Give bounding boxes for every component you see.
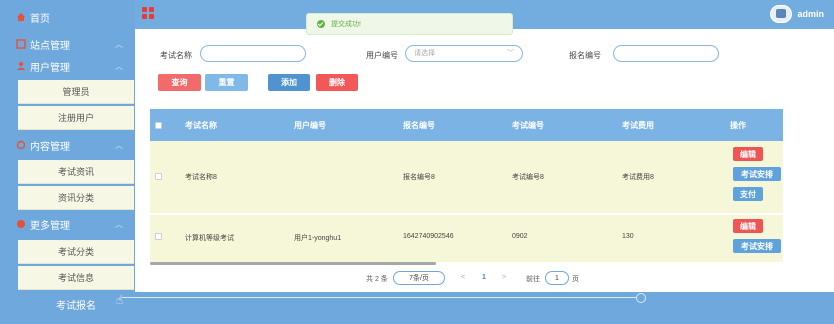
sidebar-item-site[interactable]: 站点管理 ︿ bbox=[0, 32, 135, 56]
sidebar-sub-label: 管理员 bbox=[62, 87, 90, 97]
toast-message: 提交成功! bbox=[331, 21, 361, 28]
chevron-up-icon: ︿ bbox=[115, 62, 123, 71]
cell-exam-name: 考试名称8 bbox=[185, 174, 217, 181]
hand-cursor-icon: ☝ bbox=[116, 293, 124, 307]
user-id-select[interactable]: 请选择 ﹀ bbox=[405, 45, 523, 62]
sidebar-item-label: 用户管理 bbox=[30, 62, 70, 74]
cell-exam-id: 0902 bbox=[512, 233, 528, 240]
table-header: 考试名称 用户编号 报名编号 考试编号 考试费用 操作 bbox=[150, 109, 783, 141]
exam-schedule-button[interactable]: 考试安排 bbox=[733, 239, 781, 253]
cell-signup-id: 报名编号8 bbox=[403, 174, 435, 181]
avatar bbox=[770, 5, 793, 23]
pagination-total: 共 2 条 bbox=[366, 276, 388, 283]
progress-track bbox=[122, 297, 640, 298]
check-circle-icon bbox=[317, 20, 325, 28]
chevron-up-icon: ︿ bbox=[115, 220, 123, 229]
reset-button[interactable]: 重置 bbox=[205, 74, 248, 91]
user-id-placeholder: 请选择 bbox=[414, 50, 435, 57]
delete-button[interactable]: 删除 bbox=[316, 74, 358, 91]
table-row: 计算机等级考试 用户1-yonghu1 1642740902546 0902 1… bbox=[150, 215, 725, 262]
cell-exam-fee: 考试费用8 bbox=[622, 174, 654, 181]
sidebar-sub-exam-info[interactable]: 考试信息 bbox=[18, 266, 134, 290]
signup-id-label: 报名编号 bbox=[569, 51, 601, 60]
col-exam-id: 考试编号 bbox=[512, 121, 544, 130]
row-checkbox[interactable] bbox=[155, 173, 162, 180]
goto-page-input[interactable]: 1 bbox=[545, 271, 569, 285]
sidebar-item-more[interactable]: 更多管理 ︿ bbox=[0, 212, 135, 236]
success-toast: 提交成功! bbox=[306, 13, 513, 35]
row-actions: 编辑 考试安排 支付 bbox=[725, 141, 783, 213]
row-checkbox[interactable] bbox=[155, 233, 162, 240]
chevron-up-icon: ︿ bbox=[115, 141, 123, 150]
chevron-up-icon: ︿ bbox=[115, 40, 123, 49]
cell-signup-id: 1642740902546 bbox=[403, 233, 454, 240]
user-icon bbox=[16, 61, 26, 71]
sidebar-sub-label: 考试分类 bbox=[57, 247, 94, 257]
prev-page-button[interactable]: < bbox=[461, 274, 465, 281]
sidebar-item-label: 站点管理 bbox=[30, 40, 70, 52]
col-signup-id: 报名编号 bbox=[403, 121, 435, 130]
progress-handle[interactable] bbox=[636, 293, 646, 303]
exam-schedule-button[interactable]: 考试安排 bbox=[733, 167, 781, 181]
sidebar-item-content[interactable]: 内容管理 ︿ bbox=[0, 133, 135, 157]
col-exam-name: 考试名称 bbox=[185, 121, 217, 130]
chevron-down-icon: ﹀ bbox=[507, 50, 514, 57]
edit-button[interactable]: 编辑 bbox=[733, 219, 763, 233]
edit-button[interactable]: 编辑 bbox=[733, 147, 763, 161]
sidebar-sub-users[interactable]: 注册用户 bbox=[18, 106, 134, 130]
sidebar-sub-exam-category[interactable]: 考试分类 bbox=[18, 240, 134, 264]
more-icon bbox=[16, 219, 26, 229]
sidebar-item-home[interactable]: 首页 bbox=[0, 5, 135, 29]
sidebar-sub-label: 考试资讯 bbox=[57, 167, 94, 177]
sidebar-item-label: 更多管理 bbox=[30, 220, 70, 232]
sidebar-sub-admin[interactable]: 管理员 bbox=[18, 80, 134, 104]
row-actions: 编辑 考试安排 bbox=[725, 215, 783, 262]
content-icon bbox=[16, 140, 26, 150]
user-menu[interactable]: admin bbox=[770, 5, 824, 23]
sidebar-item-label: 内容管理 bbox=[30, 141, 70, 153]
col-actions: 操作 bbox=[730, 121, 746, 130]
cell-exam-fee: 130 bbox=[622, 233, 634, 240]
page-size-select[interactable]: 7条/页 bbox=[393, 271, 445, 285]
page-number-1[interactable]: 1 bbox=[482, 274, 486, 281]
exam-name-label: 考试名称 bbox=[160, 51, 192, 60]
table-horizontal-scrollbar[interactable] bbox=[150, 262, 436, 265]
goto-label: 前往 bbox=[526, 276, 540, 283]
add-button[interactable]: 添加 bbox=[268, 74, 310, 91]
col-user-id: 用户编号 bbox=[294, 121, 326, 130]
sidebar-sub-label: 注册用户 bbox=[57, 113, 94, 123]
pay-button[interactable]: 支付 bbox=[733, 187, 763, 201]
goto-suffix: 页 bbox=[572, 276, 579, 283]
signup-id-input[interactable] bbox=[613, 45, 719, 62]
exam-name-input[interactable] bbox=[200, 45, 306, 62]
table-row: 考试名称8 报名编号8 考试编号8 考试费用8 bbox=[150, 141, 725, 213]
sidebar-sub-news-category[interactable]: 资讯分类 bbox=[18, 186, 134, 210]
sidebar-sub-label: 资讯分类 bbox=[57, 193, 94, 203]
col-exam-fee: 考试费用 bbox=[622, 121, 654, 130]
select-all-checkbox[interactable] bbox=[155, 122, 162, 129]
cell-exam-name: 计算机等级考试 bbox=[185, 235, 234, 242]
query-button[interactable]: 查询 bbox=[158, 74, 201, 91]
site-icon bbox=[16, 39, 26, 49]
sidebar-item-user[interactable]: 用户管理 ︿ bbox=[0, 54, 135, 78]
home-icon bbox=[16, 12, 26, 22]
next-page-button[interactable]: > bbox=[502, 274, 506, 281]
sidebar-sub-label: 考试信息 bbox=[57, 273, 94, 283]
user-id-label: 用户编号 bbox=[366, 51, 398, 60]
sidebar-sub-news[interactable]: 考试资讯 bbox=[18, 160, 134, 184]
cell-user-id: 用户1-yonghu1 bbox=[294, 235, 342, 242]
sidebar-item-label: 首页 bbox=[30, 13, 50, 25]
username: admin bbox=[797, 9, 824, 19]
menu-grid-icon[interactable] bbox=[142, 7, 154, 19]
cell-exam-id: 考试编号8 bbox=[512, 174, 544, 181]
sidebar-sub-label: 考试报名 bbox=[56, 300, 96, 312]
